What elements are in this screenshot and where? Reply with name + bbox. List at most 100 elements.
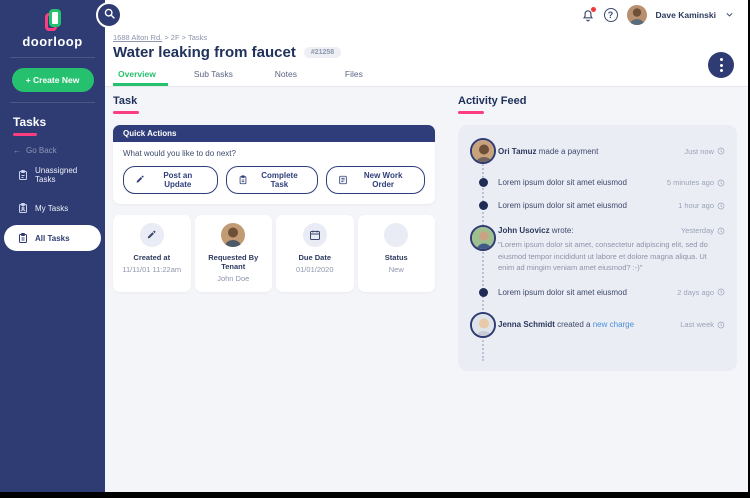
task-id-badge: #21258 [303, 47, 342, 58]
created-at-card: Created at 11/11/01 11:22am [113, 215, 191, 292]
status-circle-icon [384, 223, 409, 247]
feed-item-time: Just now [676, 147, 725, 156]
feed-item-text: Lorem ipsum dolor sit amet eiusmod [498, 178, 627, 187]
new-work-order-button[interactable]: New Work Order [326, 166, 425, 194]
feed-item: Lorem ipsum dolor sit amet eiusmod 2 day… [468, 287, 725, 297]
feed-item-time: 5 minutes ago [659, 178, 725, 187]
work-order-icon [338, 175, 348, 185]
notifications-bell-icon[interactable] [581, 6, 596, 23]
new-charge-link[interactable]: new charge [593, 320, 634, 329]
tab-files[interactable]: Files [331, 67, 377, 85]
user-avatar[interactable] [626, 5, 647, 25]
breadcrumb-property[interactable]: 1688 Alton Rd. [113, 33, 162, 42]
app-root: doorloop + Create New Tasks ← Go Back Un… [0, 0, 748, 492]
clock-icon [717, 179, 725, 186]
more-options-button[interactable] [708, 52, 734, 78]
task-section: Task Quick Actions What would you like t… [113, 95, 435, 292]
info-card-label: Status [384, 253, 408, 262]
clock-icon [717, 289, 725, 296]
go-back-label: Go Back [26, 146, 57, 155]
feed-item-quote: "Lorem ipsum dolor sit amet, consectetur… [498, 240, 708, 273]
sidebar-item-label: All Tasks [35, 233, 70, 243]
app-window: doorloop + Create New Tasks ← Go Back Un… [0, 0, 750, 498]
activity-feed-section: Activity Feed Ori Tamuz made a payment J… [458, 95, 737, 371]
tab-overview[interactable]: Overview [113, 67, 168, 86]
task-section-title: Task [113, 95, 138, 107]
info-card-value: New [388, 265, 404, 274]
sidebar-item-label: My Tasks [35, 203, 69, 213]
clipboard-icon [238, 175, 248, 185]
clock-icon [717, 202, 725, 209]
tab-sub-tasks[interactable]: Sub Tasks [186, 67, 241, 85]
complete-task-button[interactable]: Complete Task [225, 166, 319, 194]
sidebar-section-title: Tasks [13, 115, 47, 129]
clipboard-icon [17, 232, 29, 244]
actor-avatar [470, 225, 496, 251]
chevron-down-icon[interactable] [725, 6, 734, 24]
tab-notes[interactable]: Notes [263, 67, 309, 85]
breadcrumb-separator: > [164, 33, 169, 42]
activity-feed-card: Ori Tamuz made a payment Just now Lorem … [458, 125, 737, 371]
page-header: 1688 Alton Rd. > 2F > Tasks Water leakin… [105, 30, 748, 87]
clock-icon [717, 227, 725, 234]
feed-item: Lorem ipsum dolor sit amet eiusmod 5 min… [468, 177, 725, 187]
search-button[interactable] [96, 2, 122, 28]
feed-item: Ori Tamuz made a payment Just now [468, 138, 725, 164]
calendar-icon [302, 223, 327, 247]
actor-name: Jenna Schmidt [498, 320, 555, 330]
feed-item: John Usovicz wrote: Yesterday "Lorem ips… [468, 225, 725, 274]
doorloop-logo: doorloop [0, 0, 105, 49]
feed-item-time: 1 hour ago [670, 201, 725, 210]
feed-item-time: Last week [672, 320, 725, 329]
breadcrumb-section: Tasks [188, 33, 208, 42]
actor-name: John Usovicz [498, 226, 550, 235]
breadcrumb: 1688 Alton Rd. > 2F > Tasks [113, 33, 748, 42]
doorloop-logo-icon [44, 9, 61, 31]
activity-feed-underline [458, 111, 484, 114]
create-new-button[interactable]: + Create New [11, 68, 94, 92]
feed-item-text: Jenna Schmidt created a new charge [498, 320, 635, 330]
sidebar-item-all-tasks[interactable]: All Tasks [4, 225, 101, 251]
feed-item-time: 2 days ago [669, 288, 725, 297]
user-name[interactable]: Dave Kaminski [656, 10, 716, 20]
complete-task-label: Complete Task [261, 171, 298, 189]
sidebar-divider [10, 57, 95, 58]
feed-item-time: Yesterday [673, 226, 725, 235]
clock-icon [717, 321, 725, 329]
post-update-label: Post an Update [163, 171, 193, 189]
actor-avatar [470, 138, 496, 164]
sidebar-item-my-tasks[interactable]: My Tasks [4, 195, 101, 221]
notification-badge [590, 6, 596, 12]
post-update-button[interactable]: Post an Update [123, 166, 218, 194]
pencil-icon [135, 175, 145, 185]
timeline-dot [478, 178, 488, 187]
feed-item: Lorem ipsum dolor sit amet eiusmod 1 hou… [468, 200, 725, 210]
new-work-order-label: New Work Order [363, 171, 403, 189]
sidebar: doorloop + Create New Tasks ← Go Back Un… [0, 0, 105, 492]
feed-item-text: Lorem ipsum dolor sit amet eiusmod [498, 201, 627, 210]
topbar: ? Dave Kaminski [105, 0, 748, 30]
sidebar-title-underline [13, 133, 37, 136]
info-card-label: Created at [133, 253, 171, 262]
info-card-value: John Doe [217, 274, 250, 283]
sidebar-divider [10, 102, 95, 103]
clipboard-icon [17, 169, 29, 181]
feed-item-text: Ori Tamuz made a payment [498, 146, 599, 156]
quick-actions-card: Quick Actions What would you like to do … [113, 125, 435, 204]
back-arrow-icon: ← [13, 146, 21, 155]
go-back-button[interactable]: ← Go Back [13, 146, 105, 155]
sidebar-item-unassigned-tasks[interactable]: Unassigned Tasks [4, 159, 101, 191]
feed-item: Jenna Schmidt created a new charge Last … [468, 311, 725, 338]
tenant-avatar [221, 223, 246, 247]
help-icon[interactable]: ? [603, 8, 618, 22]
tab-bar: Overview Sub Tasks Notes Files [113, 67, 748, 86]
due-date-card: Due Date 01/01/2020 [276, 215, 354, 292]
timeline-dot [478, 287, 488, 297]
info-card-value: 11/11/01 11:22am [122, 265, 182, 274]
quick-actions-header: Quick Actions [113, 125, 435, 142]
info-card-label: Requested By Tenant [208, 253, 259, 271]
pencil-icon [139, 223, 164, 247]
actor-avatar [470, 311, 496, 338]
breadcrumb-unit[interactable]: 2F [171, 33, 180, 42]
task-title-underline [113, 111, 139, 114]
